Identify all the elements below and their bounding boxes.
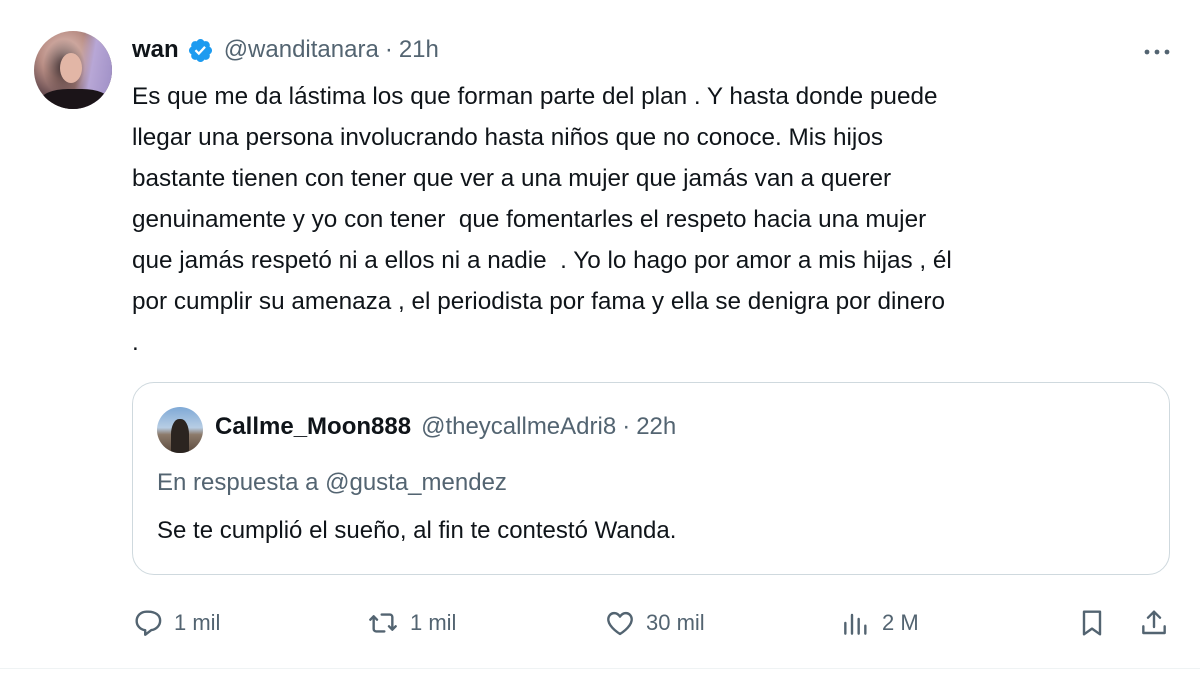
reply-count: 1 mil [174,610,221,635]
quoted-tweet-header: Callme_Moon888 @theycallmeAdri8 · 22h [215,413,676,441]
tweet-text: Es que me da lástima los que forman part… [132,83,952,356]
author-avatar[interactable] [34,31,112,109]
author-name[interactable]: wan [132,36,179,64]
verified-badge-icon[interactable] [187,37,214,64]
views-icon [840,607,872,639]
reply-icon [132,607,164,639]
quoted-header-separator: · [622,413,631,440]
tweet[interactable]: wan @wanditanara · 21h Es que me da lást… [0,0,1200,687]
quoted-tweet-timestamp[interactable]: 22h [636,413,676,441]
heart-icon [604,607,636,639]
repost-button[interactable]: 1 mil [366,603,456,643]
bookmark-button[interactable] [1076,603,1108,643]
quoted-tweet-text: Se te cumplió el sueño, al fin te contes… [157,517,677,544]
share-button[interactable] [1138,603,1170,643]
like-button[interactable]: 30 mil [604,603,705,643]
quoted-reply-context: En respuesta a @gusta_mendez [157,469,507,496]
repost-count: 1 mil [410,610,457,635]
bookmark-icon [1076,607,1108,639]
quoted-author-handle[interactable]: @theycallmeAdri8 [421,413,616,441]
views-count: 2 M [882,610,919,635]
tweet-header: wan @wanditanara · 21h [132,33,439,67]
action-bar: 1 mil 1 mil 30 mil 2 M [132,603,1174,643]
quoted-author-name[interactable]: Callme_Moon888 [215,413,411,441]
tweet-timestamp[interactable]: 21h [399,36,439,64]
reply-button[interactable]: 1 mil [132,603,220,643]
tweet-divider [0,668,1200,669]
header-separator: · [384,36,393,63]
repost-icon [366,607,400,639]
quoted-author-avatar[interactable] [157,407,203,453]
share-icon [1138,607,1170,639]
quoted-tweet[interactable]: Callme_Moon888 @theycallmeAdri8 · 22h En… [132,382,1170,575]
like-count: 30 mil [646,610,705,635]
views-button[interactable]: 2 M [840,603,919,643]
author-handle[interactable]: @wanditanara [224,36,379,64]
more-icon[interactable] [1140,40,1174,64]
